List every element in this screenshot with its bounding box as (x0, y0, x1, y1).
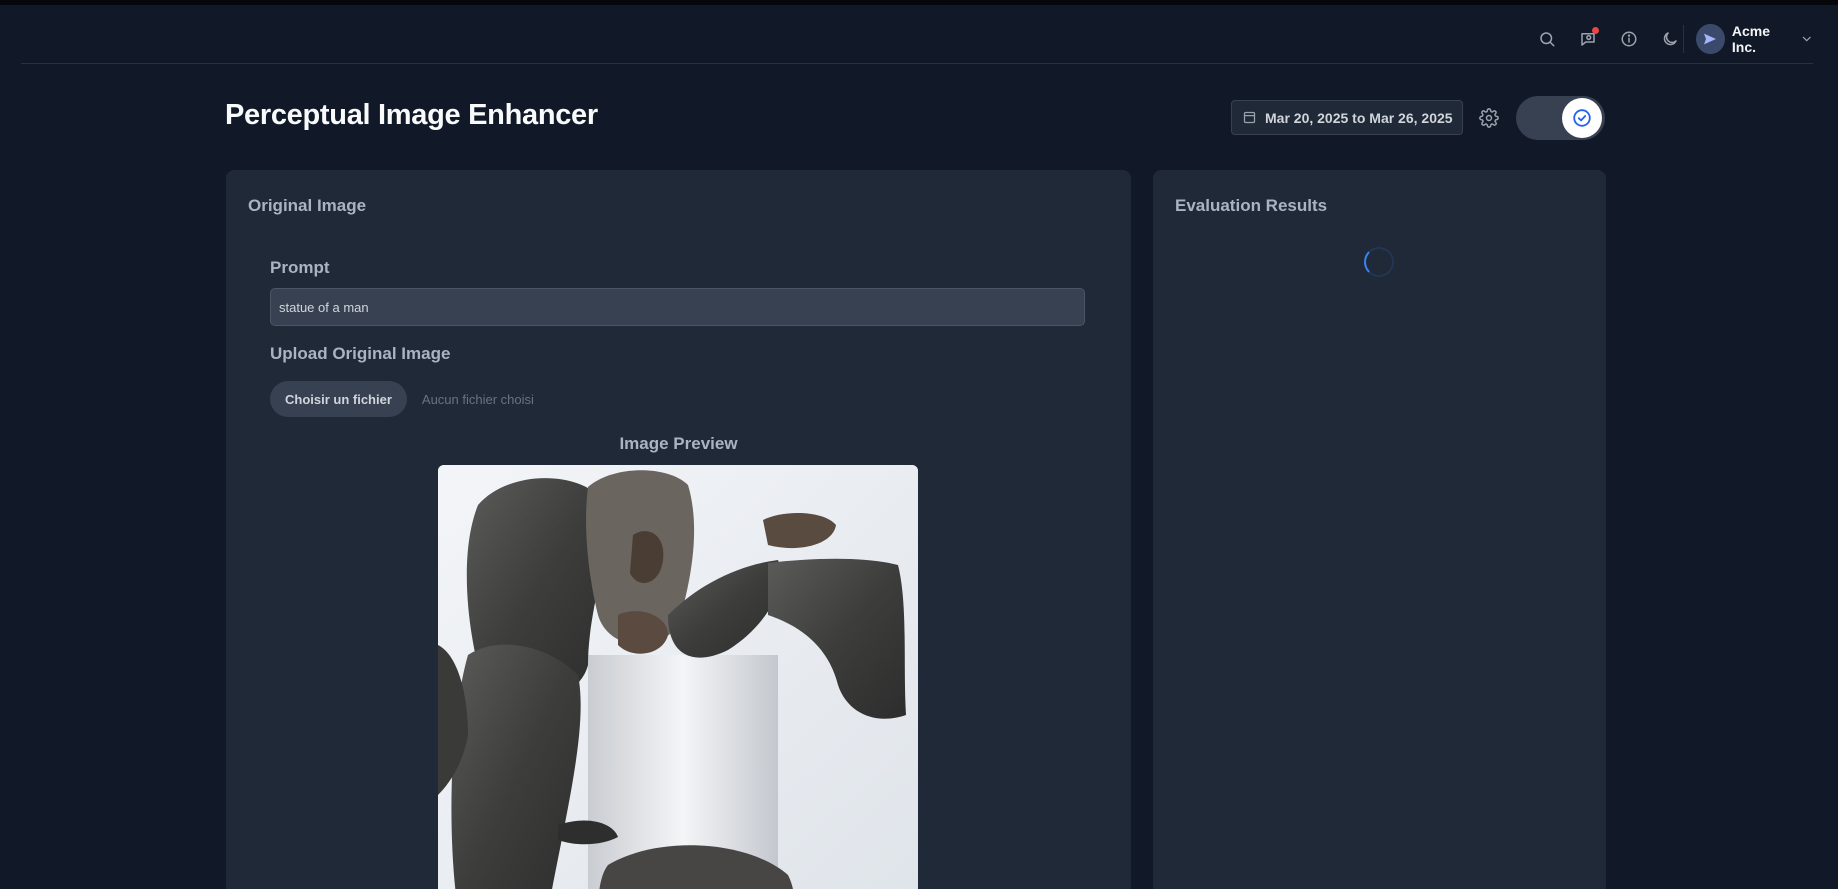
original-image-card: Original Image Prompt Upload Original Im… (226, 170, 1131, 889)
prompt-label: Prompt (270, 258, 330, 277)
image-preview-label: Image Preview (619, 434, 738, 453)
send-icon (1704, 33, 1717, 45)
moon-icon[interactable] (1656, 25, 1684, 53)
evaluation-results-card: Evaluation Results (1153, 170, 1606, 889)
statue-image (438, 465, 918, 889)
date-range-picker[interactable]: Mar 20, 2025 to Mar 26, 2025 (1231, 100, 1463, 135)
user-menu[interactable]: Acme Inc. (1696, 21, 1813, 57)
header-divider (1683, 25, 1684, 53)
page-title: Perceptual Image Enhancer (225, 99, 598, 131)
search-icon[interactable] (1533, 25, 1561, 53)
check-circle-icon (1573, 109, 1591, 127)
info-icon[interactable] (1615, 25, 1643, 53)
prompt-input[interactable] (270, 288, 1085, 326)
date-range-label: Mar 20, 2025 to Mar 26, 2025 (1265, 109, 1453, 126)
gear-icon (1479, 108, 1499, 128)
toggle-knob (1562, 98, 1602, 138)
mode-toggle[interactable] (1516, 96, 1605, 140)
card-title: Original Image (248, 196, 367, 215)
settings-button[interactable] (1475, 104, 1503, 132)
top-header: Acme Inc. (21, 5, 1813, 64)
messages-icon[interactable] (1574, 25, 1602, 53)
image-preview (438, 465, 918, 889)
choose-file-button[interactable]: Choisir un fichier (270, 381, 407, 417)
notification-dot (1592, 27, 1599, 34)
file-status: Aucun fichier choisi (421, 391, 534, 407)
card-title: Evaluation Results (1175, 196, 1328, 215)
spinner-icon (1364, 247, 1394, 277)
user-name: Acme Inc. (1731, 23, 1771, 55)
avatar (1696, 24, 1725, 54)
calendar-icon (1243, 111, 1256, 124)
upload-label: Upload Original Image (270, 344, 451, 363)
file-upload: Choisir un fichier Aucun fichier choisi (270, 381, 534, 417)
chevron-down-icon (1802, 36, 1811, 42)
